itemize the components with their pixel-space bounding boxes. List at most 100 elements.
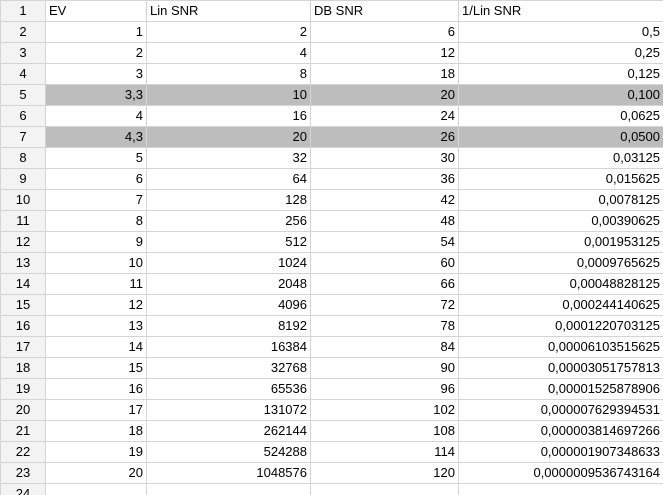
row-header[interactable]: 17 xyxy=(0,336,46,358)
cell-db-snr[interactable]: 20 xyxy=(310,84,459,106)
empty-cell[interactable] xyxy=(458,483,663,495)
cell-lin-snr[interactable]: 10 xyxy=(146,84,311,106)
cell-inv-lin-snr[interactable]: 0,015625 xyxy=(458,168,663,190)
row-header[interactable]: 20 xyxy=(0,399,46,421)
cell-inv-lin-snr[interactable]: 0,000003814697266 xyxy=(458,420,663,442)
cell-ev[interactable]: 3,3 xyxy=(45,84,147,106)
cell-ev[interactable]: 17 xyxy=(45,399,147,421)
cell-ev[interactable]: 19 xyxy=(45,441,147,463)
column-header-inv-lin-snr[interactable]: 1/Lin SNR xyxy=(458,0,663,22)
empty-cell[interactable] xyxy=(45,483,147,495)
row-header[interactable]: 11 xyxy=(0,210,46,232)
cell-db-snr[interactable]: 12 xyxy=(310,42,459,64)
cell-db-snr[interactable]: 90 xyxy=(310,357,459,379)
cell-db-snr[interactable]: 26 xyxy=(310,126,459,148)
cell-ev[interactable]: 9 xyxy=(45,231,147,253)
cell-ev[interactable]: 6 xyxy=(45,168,147,190)
cell-ev[interactable]: 7 xyxy=(45,189,147,211)
cell-db-snr[interactable]: 96 xyxy=(310,378,459,400)
cell-db-snr[interactable]: 24 xyxy=(310,105,459,127)
cell-inv-lin-snr[interactable]: 0,000244140625 xyxy=(458,294,663,316)
cell-lin-snr[interactable]: 2 xyxy=(146,21,311,43)
row-header[interactable]: 15 xyxy=(0,294,46,316)
cell-inv-lin-snr[interactable]: 0,100 xyxy=(458,84,663,106)
cell-ev[interactable]: 4,3 xyxy=(45,126,147,148)
cell-lin-snr[interactable]: 32 xyxy=(146,147,311,169)
cell-lin-snr[interactable]: 20 xyxy=(146,126,311,148)
cell-lin-snr[interactable]: 4096 xyxy=(146,294,311,316)
empty-cell[interactable] xyxy=(146,483,311,495)
row-header[interactable]: 19 xyxy=(0,378,46,400)
cell-inv-lin-snr[interactable]: 0,000007629394531 xyxy=(458,399,663,421)
cell-inv-lin-snr[interactable]: 0,0001220703125 xyxy=(458,315,663,337)
cell-ev[interactable]: 3 xyxy=(45,63,147,85)
cell-db-snr[interactable]: 42 xyxy=(310,189,459,211)
cell-lin-snr[interactable]: 32768 xyxy=(146,357,311,379)
cell-inv-lin-snr[interactable]: 0,25 xyxy=(458,42,663,64)
cell-lin-snr[interactable]: 8192 xyxy=(146,315,311,337)
cell-lin-snr[interactable]: 1048576 xyxy=(146,462,311,484)
cell-inv-lin-snr[interactable]: 0,0078125 xyxy=(458,189,663,211)
cell-inv-lin-snr[interactable]: 0,0009765625 xyxy=(458,252,663,274)
cell-lin-snr[interactable]: 131072 xyxy=(146,399,311,421)
cell-inv-lin-snr[interactable]: 0,00006103515625 xyxy=(458,336,663,358)
row-header[interactable]: 18 xyxy=(0,357,46,379)
cell-db-snr[interactable]: 60 xyxy=(310,252,459,274)
cell-db-snr[interactable]: 66 xyxy=(310,273,459,295)
cell-db-snr[interactable]: 36 xyxy=(310,168,459,190)
cell-lin-snr[interactable]: 64 xyxy=(146,168,311,190)
cell-db-snr[interactable]: 108 xyxy=(310,420,459,442)
row-header[interactable]: 10 xyxy=(0,189,46,211)
row-header[interactable]: 4 xyxy=(0,63,46,85)
cell-lin-snr[interactable]: 1024 xyxy=(146,252,311,274)
cell-inv-lin-snr[interactable]: 0,5 xyxy=(458,21,663,43)
row-header[interactable]: 12 xyxy=(0,231,46,253)
cell-ev[interactable]: 2 xyxy=(45,42,147,64)
row-header[interactable]: 24 xyxy=(0,483,46,495)
cell-ev[interactable]: 14 xyxy=(45,336,147,358)
cell-ev[interactable]: 13 xyxy=(45,315,147,337)
cell-lin-snr[interactable]: 2048 xyxy=(146,273,311,295)
cell-db-snr[interactable]: 48 xyxy=(310,210,459,232)
cell-inv-lin-snr[interactable]: 0,00001525878906 xyxy=(458,378,663,400)
cell-inv-lin-snr[interactable]: 0,00390625 xyxy=(458,210,663,232)
cell-inv-lin-snr[interactable]: 0,001953125 xyxy=(458,231,663,253)
cell-db-snr[interactable]: 18 xyxy=(310,63,459,85)
cell-ev[interactable]: 15 xyxy=(45,357,147,379)
cell-ev[interactable]: 20 xyxy=(45,462,147,484)
cell-lin-snr[interactable]: 256 xyxy=(146,210,311,232)
row-header[interactable]: 5 xyxy=(0,84,46,106)
cell-ev[interactable]: 8 xyxy=(45,210,147,232)
row-header[interactable]: 1 xyxy=(0,0,46,22)
cell-inv-lin-snr[interactable]: 0,0000009536743164 xyxy=(458,462,663,484)
cell-lin-snr[interactable]: 262144 xyxy=(146,420,311,442)
cell-db-snr[interactable]: 6 xyxy=(310,21,459,43)
cell-inv-lin-snr[interactable]: 0,03125 xyxy=(458,147,663,169)
row-header[interactable]: 3 xyxy=(0,42,46,64)
cell-lin-snr[interactable]: 128 xyxy=(146,189,311,211)
row-header[interactable]: 2 xyxy=(0,21,46,43)
row-header[interactable]: 13 xyxy=(0,252,46,274)
row-header[interactable]: 14 xyxy=(0,273,46,295)
cell-inv-lin-snr[interactable]: 0,00003051757813 xyxy=(458,357,663,379)
cell-ev[interactable]: 12 xyxy=(45,294,147,316)
row-header[interactable]: 7 xyxy=(0,126,46,148)
cell-ev[interactable]: 1 xyxy=(45,21,147,43)
column-header-lin-snr[interactable]: Lin SNR xyxy=(146,0,311,22)
column-header-ev[interactable]: EV xyxy=(45,0,147,22)
cell-lin-snr[interactable]: 65536 xyxy=(146,378,311,400)
cell-ev[interactable]: 16 xyxy=(45,378,147,400)
row-header[interactable]: 16 xyxy=(0,315,46,337)
cell-inv-lin-snr[interactable]: 0,0625 xyxy=(458,105,663,127)
cell-db-snr[interactable]: 114 xyxy=(310,441,459,463)
cell-inv-lin-snr[interactable]: 0,125 xyxy=(458,63,663,85)
row-header[interactable]: 22 xyxy=(0,441,46,463)
row-header[interactable]: 8 xyxy=(0,147,46,169)
cell-lin-snr[interactable]: 512 xyxy=(146,231,311,253)
cell-lin-snr[interactable]: 8 xyxy=(146,63,311,85)
cell-lin-snr[interactable]: 16 xyxy=(146,105,311,127)
cell-ev[interactable]: 10 xyxy=(45,252,147,274)
empty-cell[interactable] xyxy=(310,483,459,495)
cell-db-snr[interactable]: 120 xyxy=(310,462,459,484)
row-header[interactable]: 9 xyxy=(0,168,46,190)
